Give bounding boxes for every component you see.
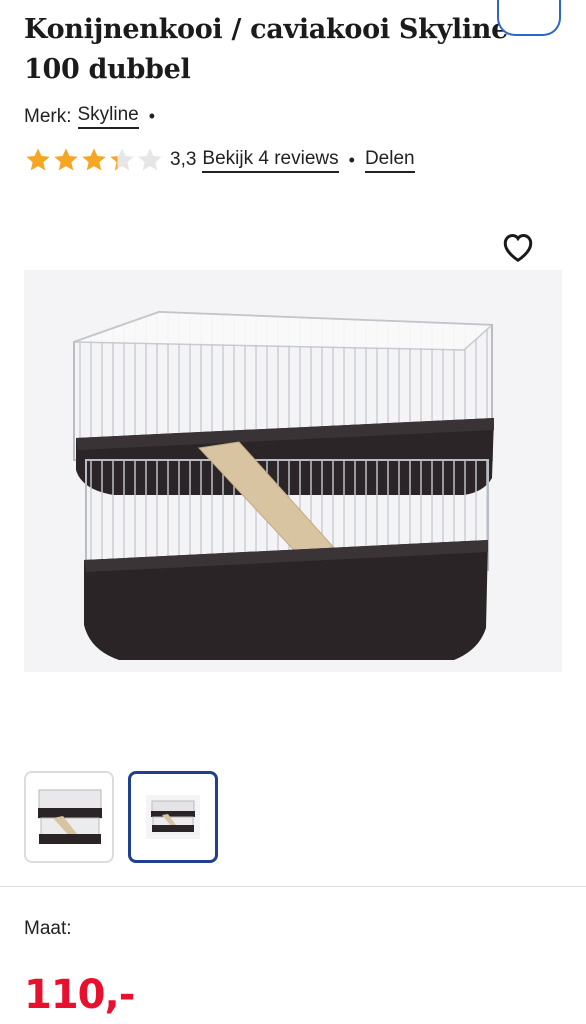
thumbnail-2[interactable] xyxy=(128,771,218,863)
separator-dot: • xyxy=(348,149,355,170)
favorite-button[interactable] xyxy=(494,222,542,270)
rating-stars xyxy=(24,146,164,174)
product-title: Konijnenkooi / caviakooi Skyline 100 dub… xyxy=(24,14,508,85)
price: 110,- xyxy=(24,972,135,1018)
brand-link[interactable]: Skyline xyxy=(77,104,139,129)
brand-label: Merk: xyxy=(24,105,72,127)
share-link[interactable]: Delen xyxy=(364,148,415,173)
size-label: Maat: xyxy=(24,918,72,939)
brand-row: Merk: Skyline • xyxy=(24,104,165,129)
heart-icon xyxy=(503,233,533,263)
cage-illustration xyxy=(73,310,494,660)
product-image[interactable] xyxy=(24,270,562,672)
separator-dot: • xyxy=(148,106,156,126)
cage-thumbnail xyxy=(38,789,102,844)
star-icon xyxy=(110,148,134,171)
star-icon xyxy=(138,148,162,171)
thumbnail-list xyxy=(24,771,218,863)
cage-thumbnail xyxy=(146,795,200,839)
rating-value: 3,3 xyxy=(170,149,197,170)
rating-row: 3,3 Bekijk 4 reviews • Delen xyxy=(24,144,415,176)
overlay-button[interactable] xyxy=(497,0,561,36)
star-icon xyxy=(82,148,106,171)
star-icon xyxy=(54,148,78,171)
thumbnail-1[interactable] xyxy=(24,771,114,863)
reviews-link[interactable]: Bekijk 4 reviews xyxy=(202,148,339,173)
star-icon xyxy=(26,148,50,171)
divider xyxy=(0,886,586,887)
